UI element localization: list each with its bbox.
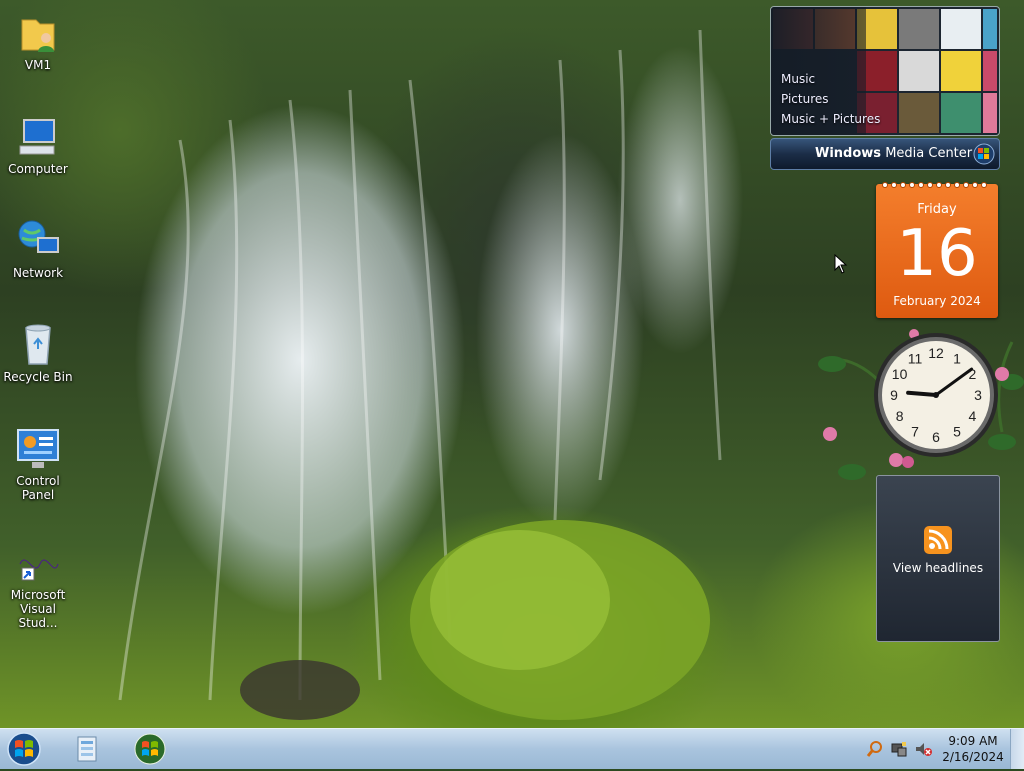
media-center-menu: Music Pictures Music + Pictures (781, 69, 880, 129)
media-tile (941, 9, 981, 49)
calendar-rings (882, 182, 987, 188)
windows-orb-icon (134, 733, 166, 765)
mouse-cursor-icon (834, 254, 848, 274)
control-panel-icon (17, 429, 59, 468)
taskbar-windows-app[interactable] (132, 731, 168, 767)
view-headlines-link[interactable]: View headlines (877, 561, 999, 575)
desktop-icon-visual-studio[interactable]: Microsoft Visual Stud... (0, 538, 76, 630)
desktop-icon-label: Control Panel (16, 474, 60, 502)
media-tile (941, 93, 981, 133)
system-clock[interactable]: 9:09 AM 2/16/2024 (940, 733, 1006, 765)
clock-numeral: 3 (974, 387, 982, 403)
media-center-brand-light: Media Center (885, 146, 973, 161)
desktop-icon-label: Microsoft Visual Stud... (10, 588, 66, 630)
clock-numeral: 6 (932, 429, 940, 445)
clock-gadget[interactable]: 12 1234567891011 (812, 322, 1024, 490)
media-tile (899, 9, 939, 49)
media-tile (983, 9, 997, 49)
volume-muted-icon[interactable] (914, 740, 932, 758)
clock-numeral: 5 (953, 423, 961, 439)
network-icon (18, 220, 59, 253)
media-tile (983, 93, 997, 133)
media-center-launch-bar[interactable]: Windows Media Center (770, 138, 1000, 170)
desktop-icon-recycle-bin[interactable]: Recycle Bin (0, 320, 76, 384)
desktop-background: VM1 Computer Network Recycle Bin Control… (0, 0, 1024, 728)
media-center-gadget[interactable]: Music Pictures Music + Pictures Windows … (770, 6, 1000, 170)
desktop-icon-label: Recycle Bin (3, 370, 73, 384)
media-tile (941, 51, 981, 91)
desktop-icon-label: VM1 (24, 58, 52, 72)
desktop-icon-vm1[interactable]: VM1 (0, 8, 76, 72)
media-menu-music-pictures[interactable]: Music + Pictures (781, 109, 880, 129)
clock-numeral: 11 (908, 351, 923, 367)
clock-numeral: 9 (890, 387, 898, 403)
calendar-weekday: Friday (917, 202, 957, 217)
media-center-brand-bold: Windows (815, 146, 882, 161)
clock-numeral: 1 (953, 351, 961, 367)
desktop-icon-label: Network (12, 266, 64, 280)
rss-icon (924, 526, 952, 554)
computer-icon (19, 119, 55, 155)
user-folder-icon (21, 19, 55, 52)
taskbar: 9:09 AM 2/16/2024 (0, 728, 1024, 769)
file-explorer-icon (77, 736, 97, 762)
media-menu-music[interactable]: Music (781, 69, 880, 89)
clock-numeral: 12 (928, 345, 944, 361)
calendar-day: 16 (896, 217, 978, 291)
clock-numeral: 7 (911, 423, 919, 439)
start-button[interactable] (4, 731, 48, 767)
recycle-bin-icon (25, 324, 51, 365)
calendar-month-year: February 2024 (893, 294, 981, 308)
clock-numeral: 8 (896, 408, 904, 424)
show-desktop-button[interactable] (1010, 729, 1024, 769)
tray-time-text: 9:09 AM (948, 734, 998, 748)
feed-headlines-gadget[interactable]: View headlines (876, 475, 1000, 642)
desktop-icon-label: Computer (8, 162, 68, 176)
desktop-icon-network[interactable]: Network (0, 216, 76, 280)
taskbar-file-explorer[interactable] (70, 731, 104, 767)
calendar-gadget[interactable]: Friday 16 February 2024 (876, 182, 998, 318)
media-tile (899, 51, 939, 91)
media-tile (983, 51, 997, 91)
visual-studio-icon (19, 559, 59, 581)
windows-logo-icon (973, 143, 995, 165)
media-center-tiles[interactable]: Music Pictures Music + Pictures (770, 6, 1000, 136)
media-menu-pictures[interactable]: Pictures (781, 89, 880, 109)
clock-numeral: 10 (892, 366, 908, 382)
media-tile (899, 93, 939, 133)
desktop-icon-computer[interactable]: Computer (0, 112, 76, 176)
search-icon[interactable] (866, 740, 884, 758)
tray-date-text: 2/16/2024 (942, 750, 1004, 764)
clock-numeral: 4 (969, 408, 977, 424)
network-tray-icon[interactable] (890, 740, 908, 758)
desktop-icon-control-panel[interactable]: Control Panel (0, 424, 76, 502)
start-orb-icon (7, 732, 41, 766)
